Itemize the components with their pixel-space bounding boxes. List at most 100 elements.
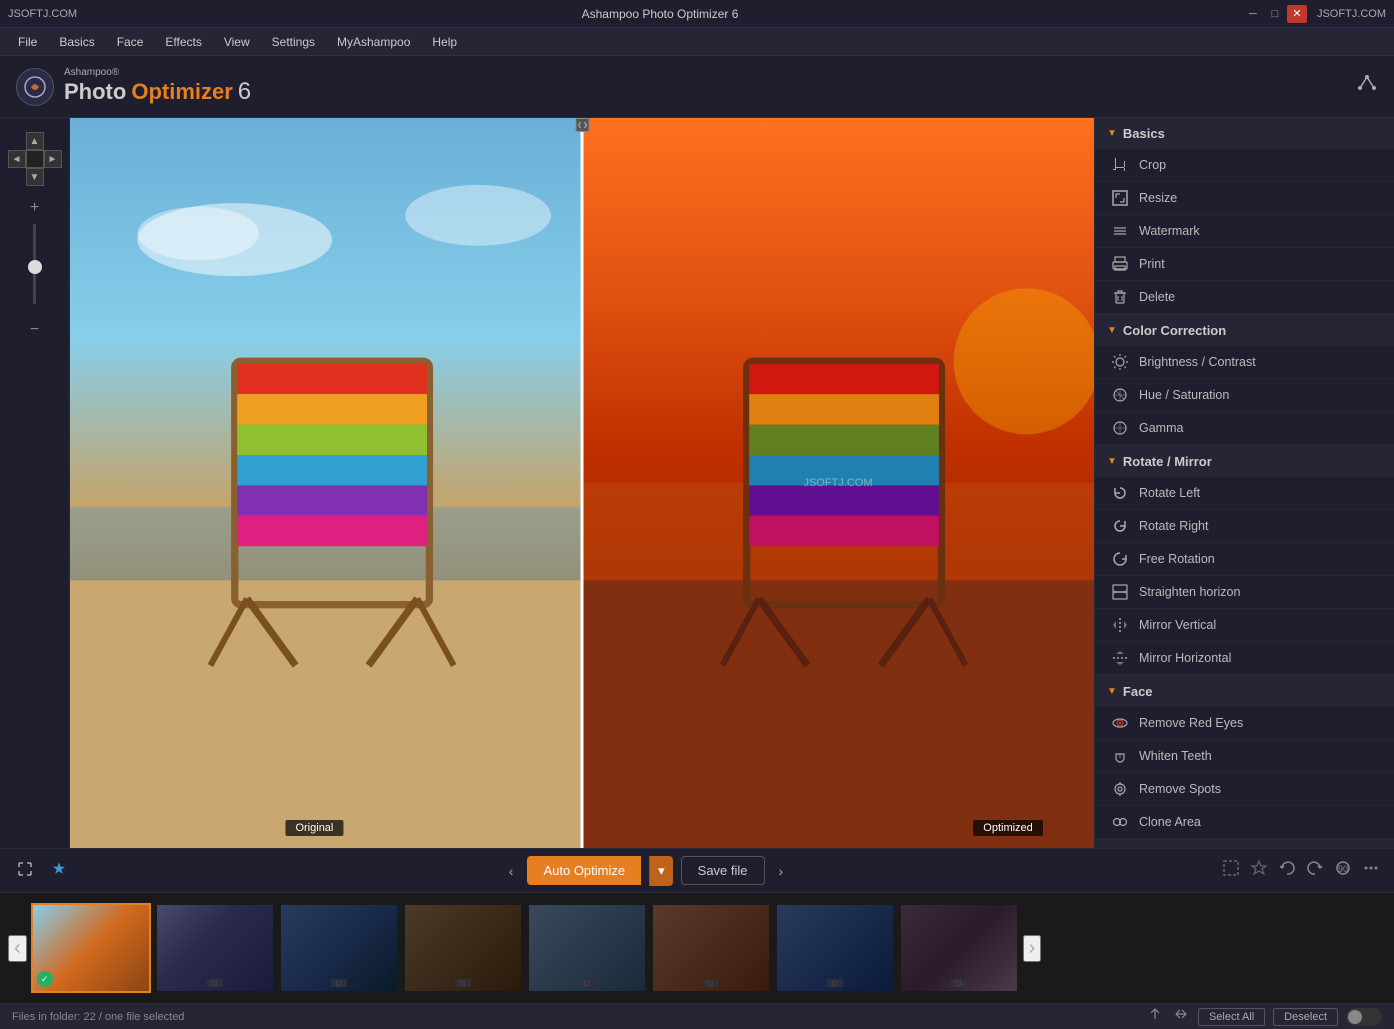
sidebar-label-mirror-horizontal: Mirror Horizontal [1139,651,1231,665]
select-all-button[interactable]: Select All [1198,1008,1265,1026]
film-item-8[interactable]: □ [899,903,1019,993]
film-item-5[interactable]: □ [527,903,647,993]
image-original-panel: Original [70,118,582,848]
filmstrip-next[interactable]: › [1023,935,1042,962]
sidebar-label-gamma: Gamma [1139,421,1183,435]
sidebar-item-clone-area[interactable]: Clone Area [1095,806,1394,839]
auto-optimize-button[interactable]: Auto Optimize [527,856,641,885]
sidebar-label-remove-red-eyes: Remove Red Eyes [1139,716,1243,730]
sidebar-item-hue-saturation[interactable]: Hue / Saturation [1095,379,1394,412]
image-optimized-panel: Optimized JSOFTJ.COM [582,118,1094,848]
star-action-icon[interactable] [1248,857,1270,884]
zoom-out-button[interactable]: − [23,318,47,342]
label-original: Original [285,820,343,836]
menu-help[interactable]: Help [422,32,467,52]
close-button[interactable]: ✕ [1287,5,1307,23]
deselect-button[interactable]: Deselect [1273,1008,1338,1026]
sidebar-item-rotate-right[interactable]: Rotate Right [1095,510,1394,543]
prev-file-button[interactable]: ‹ [503,859,520,883]
film-item-7[interactable]: □ [775,903,895,993]
film-item-3[interactable]: □ [279,903,399,993]
menu-face[interactable]: Face [107,32,154,52]
section-color-correction-header[interactable]: ▼ Color Correction [1095,315,1394,346]
film-item-1[interactable]: ✓ [31,903,151,993]
select-rect-icon[interactable] [1220,857,1242,884]
sidebar-label-free-rotation: Free Rotation [1139,552,1215,566]
minimize-button[interactable]: ─ [1243,5,1263,23]
split-handle-top[interactable] [575,118,589,132]
chevron-color: ▼ [1107,325,1117,336]
menu-effects[interactable]: Effects [155,32,211,52]
zoom-controls: + − [23,196,47,342]
sidebar-item-brightness-contrast[interactable]: Brightness / Contrast [1095,346,1394,379]
section-basics-title: Basics [1123,126,1165,141]
menu-file[interactable]: File [8,32,47,52]
section-basics-header[interactable]: ▼ Basics [1095,118,1394,149]
section-basics: ▼ Basics Crop Resize Watermark [1095,118,1394,315]
sort-up-icon[interactable] [1146,1005,1164,1028]
sidebar-item-free-rotation[interactable]: Free Rotation [1095,543,1394,576]
sidebar-item-delete[interactable]: Delete [1095,281,1394,314]
menu-basics[interactable]: Basics [49,32,104,52]
menu-view[interactable]: View [214,32,260,52]
nav-cross: ▲ ◄ ► ▼ [8,132,62,186]
sidebar-item-mirror-horizontal[interactable]: Mirror Horizontal [1095,642,1394,675]
sidebar-item-rotate-left[interactable]: Rotate Left [1095,477,1394,510]
split-divider[interactable] [581,118,584,848]
rotate-action-icon[interactable]: 90 [1332,857,1354,884]
sidebar-item-whiten-teeth[interactable]: Whiten Teeth [1095,740,1394,773]
label-optimized: Optimized [973,820,1043,836]
zoom-in-button[interactable]: + [23,196,47,220]
image-optimized-svg [582,118,1094,848]
zoom-track [33,224,36,304]
zoom-thumb[interactable] [28,260,42,274]
sidebar-item-remove-spots[interactable]: Remove Spots [1095,773,1394,806]
view-toggle[interactable] [1346,1008,1382,1026]
delete-icon [1111,288,1129,306]
section-effects-header[interactable]: ▼ Effects [1095,840,1394,848]
star-button[interactable] [46,858,72,883]
sidebar-item-straighten[interactable]: Straighten horizon [1095,576,1394,609]
expand-button[interactable] [12,858,38,883]
section-rotate-header[interactable]: ▼ Rotate / Mirror [1095,446,1394,477]
filmstrip: ‹ ✓ □ □ □ □ □ □ □ [0,893,1394,1003]
sidebar-item-mirror-vertical[interactable]: Mirror Vertical [1095,609,1394,642]
save-file-button[interactable]: Save file [681,856,765,885]
brand-name: Ashampoo® [64,67,251,78]
sidebar-item-gamma[interactable]: Gamma [1095,412,1394,445]
nav-down-button[interactable]: ▼ [26,168,44,186]
left-toolbar: ▲ ◄ ► ▼ + − [0,118,70,848]
auto-optimize-dropdown[interactable]: ▾ [649,856,673,886]
image-container: Original [70,118,1094,848]
filmstrip-prev[interactable]: ‹ [8,935,27,962]
resize-icon [1111,189,1129,207]
sidebar-item-remove-red-eyes[interactable]: Remove Red Eyes [1095,707,1394,740]
share-button[interactable] [1356,73,1378,100]
sidebar-item-print[interactable]: Print [1095,248,1394,281]
nav-right-button[interactable]: ► [44,150,62,168]
maximize-button[interactable]: □ [1265,5,1285,23]
film-item-2[interactable]: □ [155,903,275,993]
sidebar-label-hue: Hue / Saturation [1139,388,1229,402]
section-face: ▼ Face Remove Red Eyes Whiten Teeth Rem [1095,676,1394,840]
sidebar-label-resize: Resize [1139,191,1177,205]
film-item-6[interactable]: □ [651,903,771,993]
film-item-4[interactable]: □ [403,903,523,993]
sidebar-label-watermark: Watermark [1139,224,1200,238]
sidebar-label-clone-area: Clone Area [1139,815,1201,829]
menu-settings[interactable]: Settings [262,32,325,52]
next-file-button[interactable]: › [773,859,790,883]
undo-icon[interactable] [1276,857,1298,884]
redo-icon[interactable] [1304,857,1326,884]
film-indicator-4: □ [455,979,471,987]
more-options-icon[interactable] [1360,857,1382,884]
sidebar-item-watermark[interactable]: Watermark [1095,215,1394,248]
section-face-header[interactable]: ▼ Face [1095,676,1394,707]
nav-up-button[interactable]: ▲ [26,132,44,150]
nav-left-button[interactable]: ◄ [8,150,26,168]
sidebar-item-crop[interactable]: Crop [1095,149,1394,182]
toggle-knob [1348,1010,1362,1024]
sort-lr-icon[interactable] [1172,1005,1190,1028]
menu-myashampoo[interactable]: MyAshampoo [327,32,420,52]
sidebar-item-resize[interactable]: Resize [1095,182,1394,215]
